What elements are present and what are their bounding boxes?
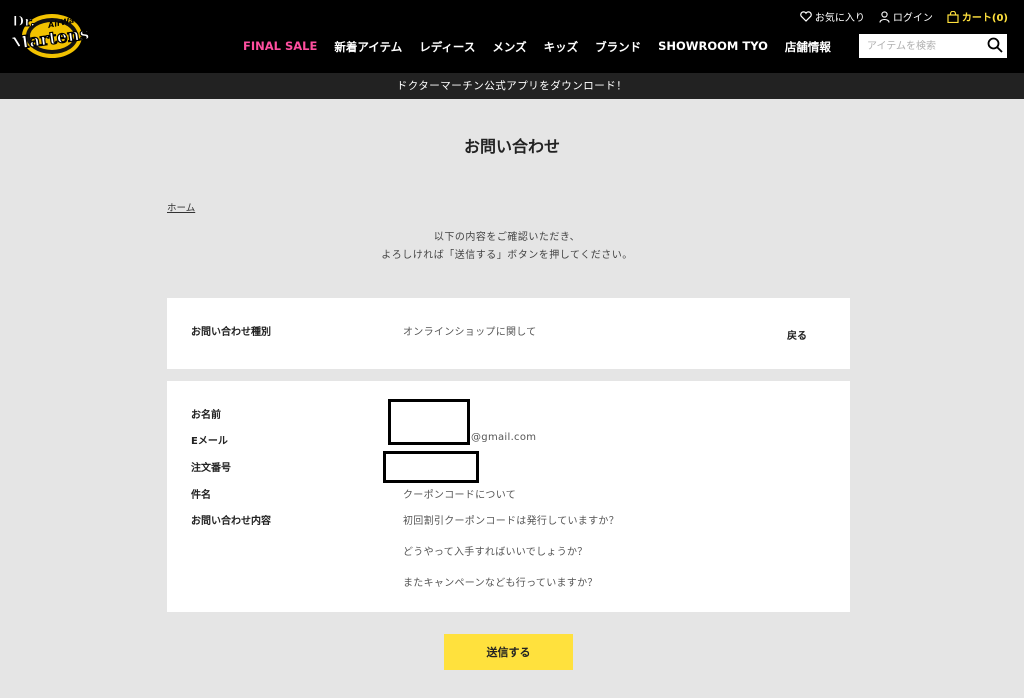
intro-line-2: よろしければ「送信する」ボタンを押してください。 [381,250,633,261]
site-header: Dr. Martens AirWair お気に入り ログイン カート(0) FI… [0,0,1024,73]
inquiry-content-line-1: 初回割引クーポンコードは発行していますか？ [403,516,619,527]
redacted-name-email [388,399,470,445]
subject-label: 件名 [191,490,211,501]
nav-item-new-arrivals[interactable]: 新着アイテム [334,39,402,55]
nav-item-final-sale[interactable]: FINAL SALE [243,39,317,55]
cart-label: カート(0) [961,13,1008,24]
main-nav: FINAL SALE 新着アイテム レディース メンズ キッズ ブランド SHO… [243,39,848,55]
inquiry-details-card: お名前 Eメール @gmail.com 注文番号 件名 クーポンコードについて … [167,381,850,612]
name-label: お名前 [191,410,221,421]
inquiry-content-line-2: どうやって入手すればいいでしょうか？ [403,547,588,558]
order-number-label: 注文番号 [191,463,231,474]
nav-item-brand[interactable]: ブランド [595,39,641,55]
utility-nav: お気に入り ログイン カート(0) [800,9,1008,24]
redacted-order-number [383,451,479,483]
subject-value: クーポンコードについて [403,490,516,501]
search-box [859,34,1007,59]
nav-item-mens[interactable]: メンズ [492,39,526,55]
nav-item-stores[interactable]: 店舗情報 [785,39,831,55]
breadcrumb-home[interactable]: ホーム [167,200,195,214]
email-value: @gmail.com [471,432,537,443]
svg-text:Dr.: Dr. [12,14,35,30]
intro-line-1: 以下の内容をご確認いただき、 [433,232,581,243]
page-title: お問い合わせ [463,137,560,156]
heart-icon [800,11,812,22]
cart-link[interactable]: カート(0) [947,9,1008,24]
nav-item-kids[interactable]: キッズ [544,39,579,55]
inquiry-type-label: お問い合わせ種別 [191,327,271,338]
nav-item-showroom[interactable]: SHOWROOM TYO [658,39,768,55]
favorites-link[interactable]: お気に入り [800,9,865,24]
search-input[interactable] [859,34,979,59]
dr-martens-logo[interactable]: Dr. Martens AirWair [8,8,96,60]
app-download-banner[interactable]: ドクターマーチン公式アプリをダウンロード！ [0,73,1024,99]
login-label: ログイン [892,13,933,24]
shopping-bag-icon [947,10,959,23]
favorites-label: お気に入り [814,13,865,24]
confirmation-instructions: 以下の内容をご確認いただき、 よろしければ「送信する」ボタンを押してください。 [0,229,1014,265]
inquiry-type-value: オンラインショップに関して [403,327,537,338]
search-icon[interactable] [987,37,1003,53]
email-label: Eメール [191,436,228,447]
login-link[interactable]: ログイン [879,9,933,24]
inquiry-type-card: お問い合わせ種別 オンラインショップに関して 戻る [167,298,850,369]
submit-button[interactable]: 送信する [444,634,573,670]
back-button[interactable]: 戻る [787,327,807,342]
nav-item-ladies[interactable]: レディース [419,39,475,55]
user-icon [879,10,890,23]
inquiry-content-label: お問い合わせ内容 [191,516,271,527]
inquiry-content-line-3: またキャンペーンなども行っていますか？ [403,578,598,589]
